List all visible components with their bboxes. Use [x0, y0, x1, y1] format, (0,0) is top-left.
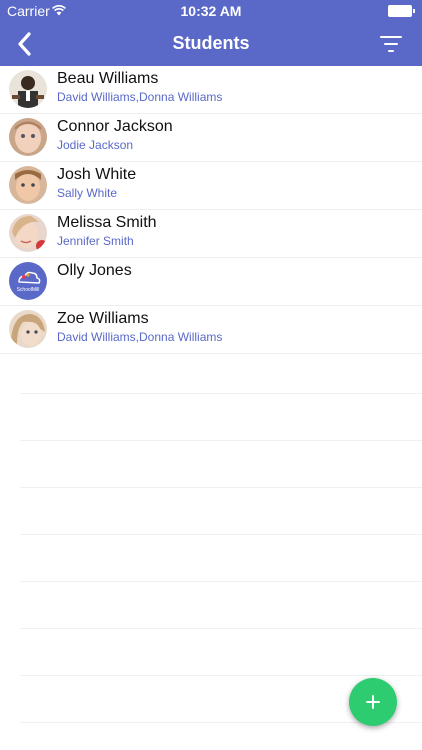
battery-icon [388, 5, 415, 17]
student-list: Beau Williams David Williams,Donna Willi… [0, 66, 422, 354]
list-item[interactable]: Connor Jackson Jodie Jackson [0, 114, 422, 162]
navbar: Students [0, 22, 422, 66]
parent-names: David Williams,Donna Williams [57, 90, 223, 104]
parent-names: Jennifer Smith [57, 234, 134, 248]
student-name: Olly Jones [57, 262, 132, 279]
status-bar: Carrier 10:32 AM [0, 0, 422, 22]
student-name: Connor Jackson [57, 118, 173, 135]
student-name: Josh White [57, 166, 137, 183]
divider [20, 675, 422, 676]
page-title: Students [172, 33, 250, 53]
filter-icon [380, 36, 402, 38]
list-item[interactable]: Beau Williams David Williams,Donna Willi… [0, 66, 422, 114]
add-student-button[interactable] [349, 678, 397, 726]
plus-icon [366, 695, 380, 709]
filter-button[interactable] [380, 33, 404, 55]
list-item[interactable]: Melissa Smith Jennifer Smith [0, 210, 422, 258]
avatar [9, 214, 47, 252]
divider [20, 534, 422, 535]
avatar [9, 70, 47, 108]
avatar [9, 166, 47, 204]
divider [20, 628, 422, 629]
divider [20, 581, 422, 582]
parent-names: Jodie Jackson [57, 138, 134, 152]
student-name: Beau Williams [57, 70, 159, 87]
divider [20, 393, 422, 394]
status-time: 10:32 AM [180, 3, 242, 19]
avatar [9, 310, 47, 348]
parent-names: Sally White [57, 186, 118, 200]
divider [20, 487, 422, 488]
list-item[interactable]: SchoolMill Olly Jones [0, 258, 422, 306]
logo-text: SchoolMill [17, 287, 40, 293]
student-name: Melissa Smith [57, 214, 157, 231]
list-item[interactable]: Josh White Sally White [0, 162, 422, 210]
student-name: Zoe Williams [57, 310, 149, 327]
header: Carrier 10:32 AM Students [0, 0, 422, 66]
avatar: SchoolMill [9, 262, 47, 300]
divider [20, 440, 422, 441]
parent-names: David Williams,Donna Williams [57, 330, 223, 344]
avatar [9, 118, 47, 156]
list-item[interactable]: Zoe Williams David Williams,Donna Willia… [0, 306, 422, 354]
